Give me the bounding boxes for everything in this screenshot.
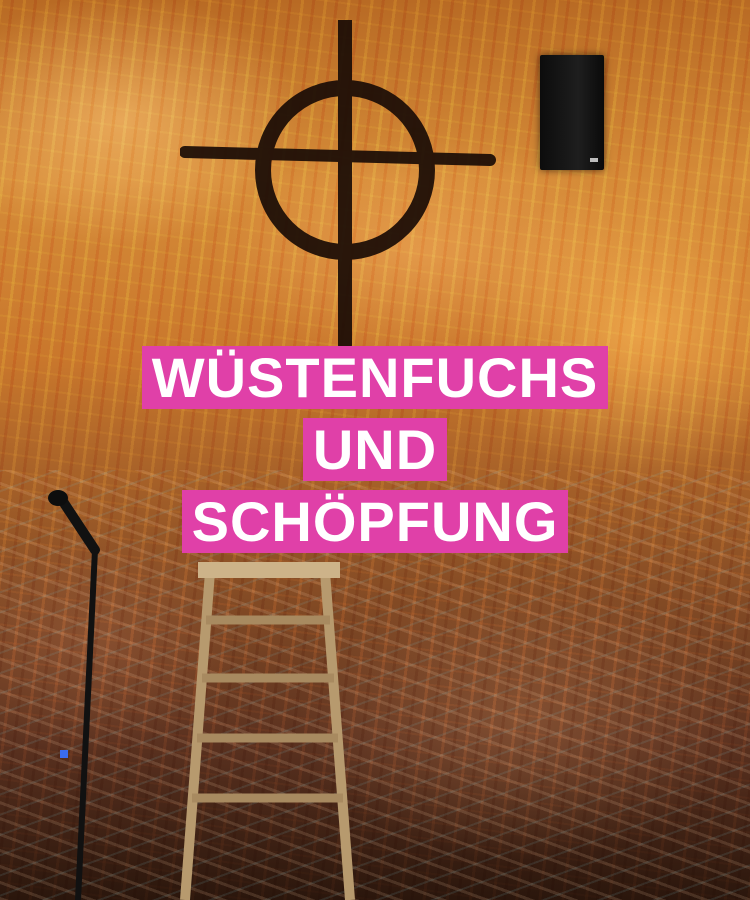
title-line-1: WÜSTENFUCHS: [0, 342, 750, 414]
title-line-2-text: UND: [302, 418, 448, 481]
poster-title: WÜSTENFUCHS UND SCHÖPFUNG: [0, 342, 750, 558]
speaker-icon: [540, 55, 604, 170]
title-line-2: UND: [0, 414, 750, 486]
title-line-1-text: WÜSTENFUCHS: [141, 346, 609, 409]
title-line-3: SCHÖPFUNG: [0, 486, 750, 558]
ladder-icon: [180, 562, 355, 900]
cross-circle-icon: [180, 20, 496, 350]
title-line-3-text: SCHÖPFUNG: [181, 490, 569, 553]
poster-image: WÜSTENFUCHS UND SCHÖPFUNG: [0, 0, 750, 900]
